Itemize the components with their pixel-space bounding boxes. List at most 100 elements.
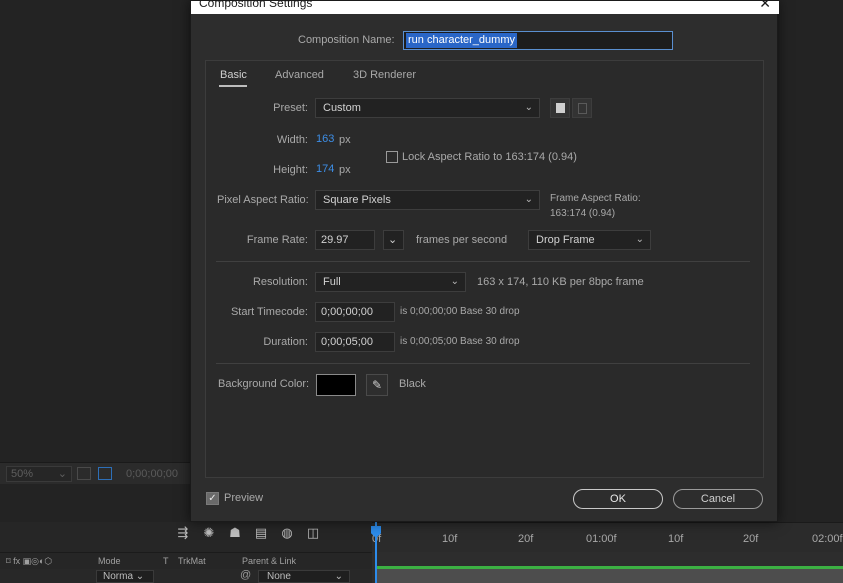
divider <box>216 261 750 262</box>
comp-flowchart-icon[interactable]: ⇶ <box>176 526 190 540</box>
duration-input[interactable]: 0;00;05;00 <box>315 332 395 352</box>
chevron-down-icon: ⌄ <box>334 571 343 582</box>
ruler-label: 20f <box>743 533 759 545</box>
preset-value: Custom <box>323 102 361 114</box>
t-column: T <box>163 556 169 566</box>
parent-column: Parent & Link <box>242 556 297 566</box>
start-timecode-info: is 0;00;00;00 Base 30 drop <box>400 306 520 317</box>
chevron-down-icon: ⌄ <box>388 234 398 246</box>
pixel-aspect-select[interactable]: Square Pixels ⌄ <box>315 190 540 210</box>
frame-rate-input[interactable]: 29.97 <box>315 230 375 250</box>
tab-advanced[interactable]: Advanced <box>275 69 324 81</box>
divider <box>216 363 750 364</box>
pixel-aspect-label: Pixel Aspect Ratio: <box>217 194 309 206</box>
ruler-label: 10f <box>668 533 684 545</box>
composition-name-input[interactable]: run character_dummy <box>403 31 673 50</box>
ok-button[interactable]: OK <box>573 489 663 509</box>
lock-aspect-checkbox[interactable] <box>386 151 398 163</box>
height-unit: px <box>339 164 351 176</box>
drop-frame-select[interactable]: Drop Frame ⌄ <box>528 230 651 250</box>
dialog-title: Composition Settings <box>199 1 313 10</box>
tab-3d-renderer[interactable]: 3D Renderer <box>353 69 416 81</box>
chevron-down-icon: ⌄ <box>524 102 533 113</box>
ruler-label: 20f <box>518 533 534 545</box>
layer-parent-select[interactable]: None ⌄ <box>258 570 350 583</box>
settings-panel: Basic Advanced 3D Renderer Preset: Custo… <box>205 60 764 478</box>
shy-icon[interactable]: ☗ <box>228 526 242 540</box>
ruler-label: 01:00f <box>586 533 617 545</box>
fit-icon[interactable] <box>77 467 91 480</box>
width-value[interactable]: 163 <box>316 133 334 145</box>
region-icon[interactable] <box>98 467 112 480</box>
frame-aspect-value: 163:174 (0.94) <box>550 208 616 219</box>
resolution-select[interactable]: Full ⌄ <box>315 272 466 292</box>
preview-label: Preview <box>224 492 264 504</box>
eyedropper-icon[interactable]: ✎ <box>366 374 388 396</box>
frame-aspect-label: Frame Aspect Ratio: <box>550 193 641 204</box>
background-color-swatch[interactable] <box>316 374 356 396</box>
start-timecode-input[interactable]: 0;00;00;00 <box>315 302 395 322</box>
layer-mode-value: Norma <box>103 571 134 582</box>
frame-blending-icon[interactable]: ▤ <box>254 526 268 540</box>
tab-basic[interactable]: Basic <box>220 69 247 81</box>
resolution-info: 163 x 174, 110 KB per 8bpc frame <box>477 276 644 288</box>
width-label: Width: <box>276 134 308 146</box>
duration-info: is 0;00;05;00 Base 30 drop <box>400 336 520 347</box>
pickwhip-icon[interactable]: @ <box>240 569 251 581</box>
switches-icons: ⌑ fx ▣◎◐⬡ <box>6 556 53 566</box>
layer-duration-bar[interactable] <box>376 569 843 583</box>
resolution-value: Full <box>323 276 341 288</box>
trash-icon <box>578 103 587 114</box>
duration-value: 0;00;05;00 <box>321 336 373 348</box>
duration-label: Duration: <box>263 336 308 348</box>
graph-editor-icon[interactable]: ◫ <box>306 526 320 540</box>
motion-blur-icon[interactable]: ◍ <box>280 526 294 540</box>
active-tab-indicator <box>219 85 247 87</box>
ruler-label: 02:00f <box>812 533 843 545</box>
trkmat-column: TrkMat <box>178 556 206 566</box>
composition-name-label: Composition Name: <box>298 34 395 46</box>
height-label: Height: <box>273 164 308 176</box>
frame-rate-menu[interactable]: ⌄ <box>383 230 404 250</box>
chevron-down-icon: ⌄ <box>57 468 67 480</box>
viewer-status-bar: 50% ⌄ 0;00;00;00 <box>0 462 190 484</box>
background-color-label: Background Color: <box>218 378 310 390</box>
layer-row[interactable]: Norma ⌄ @ None ⌄ <box>0 569 372 583</box>
timeline-toolbar: ⇶ ✺ ☗ ▤ ◍ ◫ <box>176 522 320 544</box>
zoom-value: 50% <box>11 468 34 480</box>
dialog-titlebar: Composition Settings ✕ <box>191 1 779 14</box>
start-timecode-label: Start Timecode: <box>230 306 308 318</box>
time-ruler[interactable]: 0f 10f 20f 01:00f 10f 20f 02:00f <box>372 522 843 552</box>
layer-mode-select[interactable]: Norma ⌄ <box>96 570 154 583</box>
width-unit: px <box>339 134 351 146</box>
pixel-aspect-value: Square Pixels <box>323 194 391 206</box>
save-preset-button[interactable] <box>550 98 570 118</box>
resolution-label: Resolution: <box>252 276 308 288</box>
viewer-timecode: 0;00;00;00 <box>126 468 178 480</box>
chevron-down-icon: ⌄ <box>524 194 533 205</box>
drop-frame-value: Drop Frame <box>536 234 595 246</box>
app-window: 50% ⌄ 0;00;00;00 ⇶ ✺ ☗ ▤ ◍ ◫ ⌑ fx ▣◎◐⬡ M… <box>0 0 843 583</box>
height-value[interactable]: 174 <box>316 163 334 175</box>
chevron-down-icon: ⌄ <box>450 276 459 287</box>
composition-settings-dialog: Composition Settings ✕ Composition Name:… <box>190 0 779 522</box>
preview-checkbox[interactable]: ✓ <box>206 492 219 505</box>
timeline-column-header: ⌑ fx ▣◎◐⬡ Mode T TrkMat Parent & Link <box>0 552 372 568</box>
close-icon[interactable]: ✕ <box>759 1 771 12</box>
frame-rate-value: 29.97 <box>321 234 349 246</box>
lock-aspect-label: Lock Aspect Ratio to 163:174 (0.94) <box>402 151 577 163</box>
preset-select[interactable]: Custom ⌄ <box>315 98 540 118</box>
chevron-down-icon: ⌄ <box>635 234 644 245</box>
zoom-select[interactable]: 50% ⌄ <box>6 466 72 482</box>
composition-name-value: run character_dummy <box>406 33 517 48</box>
start-timecode-value: 0;00;00;00 <box>321 306 373 318</box>
delete-preset-button[interactable] <box>572 98 592 118</box>
cancel-button[interactable]: Cancel <box>673 489 763 509</box>
draft-3d-icon[interactable]: ✺ <box>202 526 216 540</box>
preset-label: Preset: <box>273 102 308 114</box>
ruler-label: 10f <box>442 533 458 545</box>
mode-column: Mode <box>98 556 121 566</box>
frame-rate-unit: frames per second <box>416 234 508 246</box>
layer-parent-value: None <box>267 571 291 582</box>
save-preset-icon <box>556 103 565 113</box>
